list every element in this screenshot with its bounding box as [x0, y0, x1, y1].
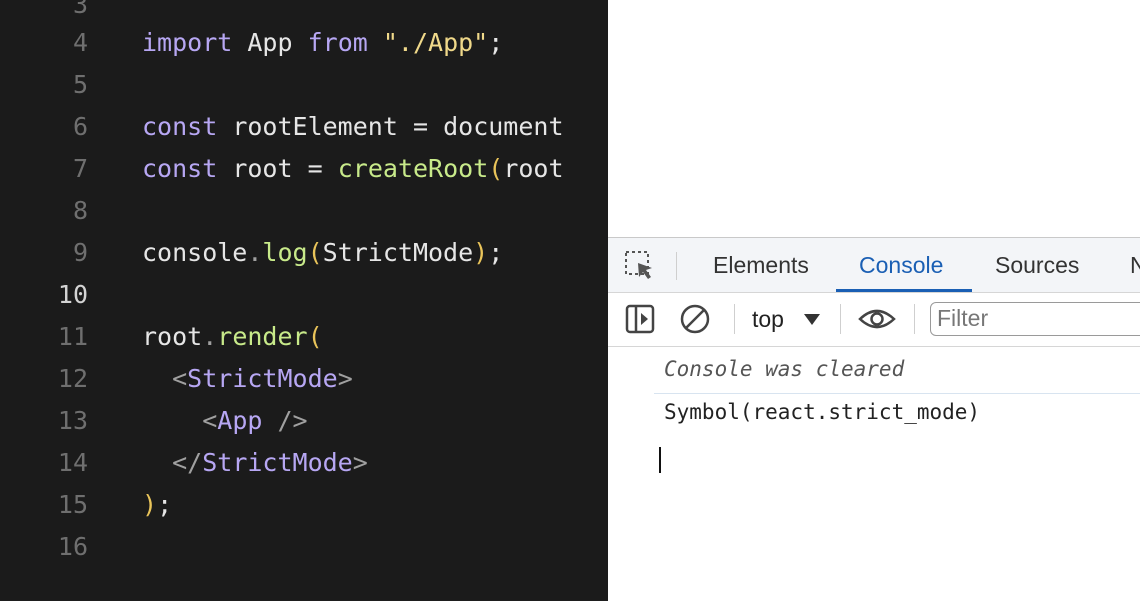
punctuation-token: .	[247, 238, 263, 267]
tag-bracket-token: <	[202, 406, 218, 435]
code-line: 11 root.render(	[0, 316, 608, 358]
function-token: render	[217, 322, 308, 351]
identifier-token: console	[142, 238, 248, 267]
devtools-tabbar: Elements Console Sources N	[608, 238, 1140, 293]
bracket-token: (	[307, 238, 323, 267]
identifier-token: StrictMode	[322, 238, 474, 267]
tab-network[interactable]: N	[1130, 238, 1140, 292]
bracket-token: (	[307, 322, 323, 351]
code-line: 9 console.log(StrictMode);	[0, 232, 608, 274]
divider	[914, 304, 915, 334]
identifier-token: root	[232, 154, 293, 183]
code-text: <StrictMode>	[142, 358, 353, 400]
sidebar-toggle-icon[interactable]	[625, 304, 655, 339]
line-number: 11	[57, 322, 88, 351]
punctuation-token: .	[202, 322, 218, 351]
tag-name-token: App	[217, 406, 263, 435]
line-number-current: 10	[57, 280, 88, 309]
code-editor[interactable]: 3 4 import App from "./App"; 5 6 const r…	[0, 0, 608, 600]
code-line: 16	[0, 526, 608, 568]
inspect-element-icon[interactable]	[624, 250, 656, 282]
keyword-token: from	[307, 28, 368, 57]
bracket-token: )	[473, 238, 489, 267]
string-token: "./App"	[382, 28, 489, 57]
line-number: 15	[57, 490, 88, 519]
punctuation-token: ;	[157, 490, 173, 519]
console-toolbar: top	[608, 293, 1140, 347]
identifier-token: rootElement	[232, 112, 398, 141]
bracket-token: (	[488, 154, 504, 183]
line-number: 9	[72, 238, 88, 267]
code-line: 8	[0, 190, 608, 232]
code-line: 12 <StrictMode>	[0, 358, 608, 400]
code-text: import App from "./App";	[142, 22, 503, 64]
clear-console-icon[interactable]	[679, 303, 711, 340]
line-number: 6	[72, 112, 88, 141]
line-number: 5	[72, 70, 88, 99]
tag-bracket-token: </	[172, 448, 203, 477]
filter-input[interactable]	[931, 303, 1137, 333]
code-line: 14 </StrictMode>	[0, 442, 608, 484]
punctuation-token: ;	[488, 238, 504, 267]
line-number: 14	[57, 448, 88, 477]
line-number: 7	[72, 154, 88, 183]
operator-token: =	[307, 154, 323, 183]
active-tab-indicator	[836, 289, 972, 292]
keyword-token: import	[142, 28, 233, 57]
tag-name-token: StrictMode	[202, 448, 353, 477]
tag-bracket-token: >	[352, 448, 368, 477]
line-number: 4	[72, 28, 88, 57]
chevron-down-icon[interactable]	[804, 314, 820, 325]
code-line: 4 import App from "./App";	[0, 22, 608, 64]
function-token: createRoot	[337, 154, 489, 183]
tab-console[interactable]: Console	[859, 238, 943, 292]
identifier-token: App	[247, 28, 293, 57]
tab-sources[interactable]: Sources	[995, 238, 1079, 292]
code-text: root.render(	[142, 316, 323, 358]
code-text: );	[142, 484, 172, 526]
code-line: 5	[0, 64, 608, 106]
code-text: </StrictMode>	[142, 442, 368, 484]
keyword-token: const	[142, 112, 218, 141]
code-line: 15 );	[0, 484, 608, 526]
tag-bracket-token: >	[337, 364, 353, 393]
code-line: 6 const rootElement = document	[0, 106, 608, 148]
console-cleared-message: Console was cleared	[664, 357, 905, 381]
console-prompt-caret	[659, 447, 661, 473]
tab-elements[interactable]: Elements	[713, 238, 809, 292]
eye-icon[interactable]	[858, 305, 896, 338]
context-selector[interactable]: top	[752, 302, 784, 336]
function-token: log	[262, 238, 308, 267]
operator-token: =	[412, 112, 429, 141]
page-viewport	[608, 0, 1140, 237]
code-text: const root = createRoot(root	[142, 148, 564, 190]
code-line: 10	[0, 274, 608, 316]
divider	[676, 252, 677, 280]
code-line: 13 <App />	[0, 400, 608, 442]
code-line: 7 const root = createRoot(root	[0, 148, 608, 190]
identifier-token: root	[503, 154, 564, 183]
divider	[734, 304, 735, 334]
code-text: <App />	[142, 400, 308, 442]
tag-bracket-token: />	[277, 406, 308, 435]
code-text: const rootElement = document	[142, 106, 564, 148]
divider	[840, 304, 841, 334]
filter-box	[930, 302, 1140, 336]
console-output[interactable]: Console was cleared Symbol(react.strict_…	[608, 347, 1140, 601]
bracket-token: )	[142, 490, 158, 519]
punctuation-token: ;	[488, 28, 504, 57]
devtools-panel: Elements Console Sources N top Filter Co…	[608, 237, 1140, 601]
line-number: 13	[57, 406, 88, 435]
line-number: 16	[57, 532, 88, 561]
line-number: 8	[72, 196, 88, 225]
identifier-token: document	[443, 112, 564, 141]
tag-bracket-token: <	[172, 364, 188, 393]
tag-name-token: StrictMode	[187, 364, 338, 393]
console-log-message: Symbol(react.strict_mode)	[664, 400, 981, 424]
line-number: 12	[57, 364, 88, 393]
code-text: console.log(StrictMode);	[142, 232, 503, 274]
identifier-token: root	[142, 322, 203, 351]
message-divider	[654, 393, 1140, 394]
keyword-token: const	[142, 154, 218, 183]
